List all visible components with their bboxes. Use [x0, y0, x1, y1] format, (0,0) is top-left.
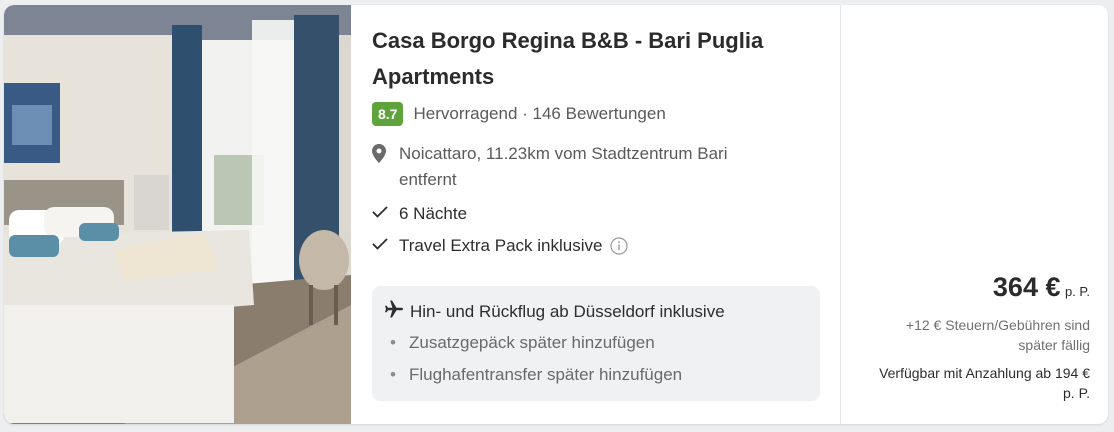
- hotel-name[interactable]: Casa Borgo Regina B&B - Bari Puglia Apar…: [372, 23, 822, 95]
- rating-row: 8.7 Hervorragend · 146 Bewertungen: [372, 101, 822, 127]
- rating-score-badge: 8.7: [372, 102, 404, 126]
- location-row: Noicattaro, 11.23km vom Stadtzentrum Bar…: [372, 141, 822, 193]
- flight-info-box: Hin- und Rückflug ab Düsseldorf inklusiv…: [372, 286, 820, 401]
- bullet-dot: •: [390, 333, 396, 352]
- flight-sub-item: • Flughafentransfer später hinzufügen: [390, 365, 682, 385]
- price-unit: p. P.: [1064, 284, 1090, 299]
- price-column[interactable]: 364 € p. P. +12 € Steuern/Gebühren sind …: [842, 5, 1090, 424]
- feature-text: Travel Extra Pack inklusive: [399, 236, 603, 255]
- checkmark-icon: [372, 237, 390, 255]
- map-pin-icon: [372, 141, 390, 193]
- flight-sub-item: • Zusatzgepäck später hinzufügen: [390, 333, 655, 353]
- price-amount: 364 €: [992, 272, 1061, 302]
- bullet-dot: •: [390, 365, 396, 384]
- flight-sub-text: Flughafentransfer später hinzufügen: [409, 365, 683, 384]
- column-divider: [840, 5, 841, 424]
- tax-note: +12 € Steuern/Gebühren sind später fälli…: [905, 317, 1090, 353]
- checkmark-icon: [372, 205, 390, 223]
- info-circle-icon[interactable]: [610, 237, 629, 255]
- rating-text[interactable]: Hervorragend · 146 Bewertungen: [413, 104, 665, 124]
- hotel-room-photo[interactable]: [4, 5, 351, 424]
- flight-main-row: Hin- und Rückflug ab Düsseldorf inklusiv…: [384, 299, 725, 324]
- hotel-offer-card[interactable]: Casa Borgo Regina B&B - Bari Puglia Apar…: [4, 5, 1108, 424]
- feature-nights: 6 Nächte: [372, 201, 822, 227]
- airplane-icon: [384, 299, 404, 324]
- feature-text: 6 Nächte: [399, 204, 468, 223]
- feature-extra-pack: Travel Extra Pack inklusive: [372, 233, 822, 259]
- deposit-note: Verfügbar mit Anzahlung ab 194 € p. P.: [879, 365, 1090, 401]
- flight-main-text: Hin- und Rückflug ab Düsseldorf inklusiv…: [410, 301, 725, 321]
- flight-sub-text: Zusatzgepäck später hinzufügen: [409, 333, 655, 352]
- location-text: Noicattaro, 11.23km vom Stadtzentrum Bar…: [399, 144, 728, 189]
- hotel-info: Casa Borgo Regina B&B - Bari Puglia Apar…: [372, 23, 822, 259]
- price: 364 € p. P.: [993, 272, 1090, 303]
